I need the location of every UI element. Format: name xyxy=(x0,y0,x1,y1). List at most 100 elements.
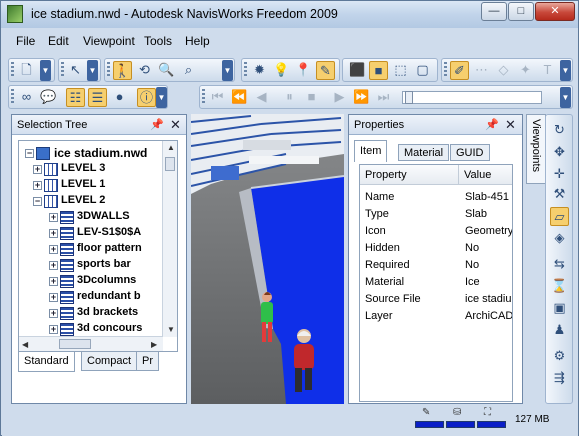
tree-horizontal-scrollbar[interactable]: ◀ ▶ xyxy=(19,336,163,351)
expand-icon[interactable]: + xyxy=(33,181,42,190)
first-frame-icon[interactable]: ⏮ xyxy=(208,88,227,107)
comments-icon[interactable]: 💬 xyxy=(39,88,58,107)
close-panel-icon[interactable]: ✕ xyxy=(170,117,181,133)
stop-icon[interactable]: ■ xyxy=(302,88,321,107)
expand-icon[interactable]: + xyxy=(49,309,58,318)
expand-icon[interactable]: + xyxy=(49,277,58,286)
orbit-icon[interactable]: ↻ xyxy=(550,121,569,140)
playback-slider[interactable] xyxy=(402,91,542,104)
viewpoints-tab[interactable]: Viewpoints xyxy=(526,114,546,184)
tab-compact[interactable]: Compact xyxy=(81,352,138,371)
tools-icon[interactable]: ⚒ xyxy=(550,185,569,204)
text-tool-icon[interactable]: T xyxy=(538,61,557,80)
toolbar-grip[interactable] xyxy=(244,62,247,78)
walk-icon[interactable]: 🚶 xyxy=(113,61,132,80)
tree-vertical-scrollbar[interactable]: ▲ ▼ xyxy=(162,141,177,337)
scroll-thumb[interactable] xyxy=(165,157,175,171)
selection-tree[interactable]: − ice stadium.nwd + LEVEL 3 + LEVEL 1 − LEVEL… xyxy=(18,140,178,352)
toolbar-grip[interactable] xyxy=(61,62,64,78)
column-header-value[interactable]: Value xyxy=(459,165,512,185)
pin-tool-icon[interactable]: 📍 xyxy=(294,61,313,80)
hidden-line-icon[interactable]: ▢ xyxy=(413,61,432,80)
tab-guid[interactable]: GUID xyxy=(450,144,490,161)
section-icon[interactable]: ⋯ xyxy=(472,61,491,80)
toolbar-grip[interactable] xyxy=(444,62,447,78)
scroll-down-icon[interactable]: ▼ xyxy=(167,325,175,334)
play-reverse-icon[interactable]: ◀ xyxy=(252,88,271,107)
measure-icon[interactable]: ◇ xyxy=(494,61,513,80)
clash-icon[interactable]: ⇆ xyxy=(550,255,569,274)
menu-file[interactable]: File xyxy=(16,34,35,48)
maximize-button[interactable]: □ xyxy=(508,2,534,21)
select-arrow-icon[interactable]: ↖ xyxy=(66,61,85,80)
expand-icon[interactable]: + xyxy=(33,165,42,174)
toolbar-grip[interactable] xyxy=(107,62,110,78)
minimize-button[interactable]: — xyxy=(481,2,507,21)
headlight-icon[interactable]: 💡 xyxy=(272,61,291,80)
toolbar-overflow-button[interactable]: ▼ xyxy=(222,60,233,81)
render-style-icon[interactable]: ▱ xyxy=(550,207,569,226)
column-header-property[interactable]: Property xyxy=(360,165,459,185)
pause-icon[interactable]: ⏸ xyxy=(280,88,299,107)
expand-icon[interactable]: + xyxy=(49,245,58,254)
zoom-icon[interactable]: 🔍 xyxy=(157,61,176,80)
look-around-icon[interactable]: ⟲ xyxy=(135,61,154,80)
horizontal-scroll-thumb[interactable] xyxy=(59,339,91,349)
spin-icon[interactable]: ✥ xyxy=(550,143,569,162)
collapse-icon[interactable]: − xyxy=(33,197,42,206)
tab-properties-short[interactable]: Pr xyxy=(136,352,159,371)
menu-viewpoint[interactable]: Viewpoint xyxy=(83,34,135,48)
playback-slider-thumb[interactable] xyxy=(405,91,413,104)
texture-icon[interactable]: ✎ xyxy=(316,61,335,80)
full-render-icon[interactable]: ⬛ xyxy=(348,61,367,80)
expand-icon[interactable]: + xyxy=(49,229,58,238)
lighting-icon[interactable]: ✹ xyxy=(250,61,269,80)
zoom-box-icon[interactable]: ⌕ xyxy=(179,61,198,80)
selection-tree-icon[interactable]: ☷ xyxy=(66,88,85,107)
layers-icon[interactable]: ◈ xyxy=(550,229,569,248)
scroll-up-icon[interactable]: ▲ xyxy=(167,143,175,152)
toolbar-overflow-button[interactable]: ▼ xyxy=(560,87,571,108)
expand-icon[interactable]: + xyxy=(49,261,58,270)
navisworks-app-icon[interactable] xyxy=(7,5,23,23)
toolbar-overflow-button[interactable]: ▼ xyxy=(87,60,98,81)
play-icon[interactable]: ▶ xyxy=(330,88,349,107)
tab-standard[interactable]: Standard xyxy=(18,352,75,372)
pin-icon[interactable]: 📌 xyxy=(485,118,499,131)
step-back-icon[interactable]: ⏪ xyxy=(230,88,249,107)
menu-tools[interactable]: Tools xyxy=(144,34,172,48)
menu-help[interactable]: Help xyxy=(185,34,210,48)
close-button[interactable]: ✕ xyxy=(535,2,575,21)
toolbar-grip[interactable] xyxy=(11,62,14,78)
pin-icon[interactable]: 📌 xyxy=(150,118,164,131)
title-bar[interactable]: ice stadium.nwd - Autodesk NavisWorks Fr… xyxy=(1,1,578,28)
toolbar-grip[interactable] xyxy=(202,89,205,105)
timeliner-icon[interactable]: ⌛ xyxy=(550,277,569,296)
toolbar-overflow-button[interactable]: ▼ xyxy=(560,60,571,81)
presenter-icon[interactable]: ▣ xyxy=(550,299,569,318)
tab-item[interactable]: Item xyxy=(354,140,388,162)
expand-icon[interactable]: + xyxy=(49,325,58,334)
wireframe-icon[interactable]: ⬚ xyxy=(391,61,410,80)
expand-icon[interactable]: + xyxy=(49,213,58,222)
pan-icon[interactable]: ✛ xyxy=(550,165,569,184)
annotation-icon[interactable]: ✦ xyxy=(516,61,535,80)
step-forward-icon[interactable]: ⏩ xyxy=(352,88,371,107)
shaded-icon[interactable]: ■ xyxy=(369,61,388,80)
toolbar-grip[interactable] xyxy=(11,89,14,105)
expand-icon[interactable]: + xyxy=(49,293,58,302)
scroll-right-icon[interactable]: ▶ xyxy=(151,340,157,349)
toolbar-overflow-button[interactable]: ▼ xyxy=(40,60,51,81)
scroll-left-icon[interactable]: ◀ xyxy=(22,340,28,349)
info-icon[interactable]: ⓘ xyxy=(137,88,156,107)
collapse-icon[interactable]: − xyxy=(25,149,34,158)
animation-icon[interactable]: ⚙ xyxy=(550,347,569,366)
chat-icon[interactable]: ● xyxy=(110,88,129,107)
3d-viewport[interactable] xyxy=(191,114,344,404)
toolbar-overflow-button[interactable]: ▼ xyxy=(156,87,167,108)
menu-edit[interactable]: Edit xyxy=(48,34,69,48)
tab-material[interactable]: Material xyxy=(398,144,450,161)
close-panel-icon[interactable]: ✕ xyxy=(505,117,516,133)
last-frame-icon[interactable]: ⏭ xyxy=(374,88,393,107)
new-file-icon[interactable]: 🗋 xyxy=(17,61,36,80)
